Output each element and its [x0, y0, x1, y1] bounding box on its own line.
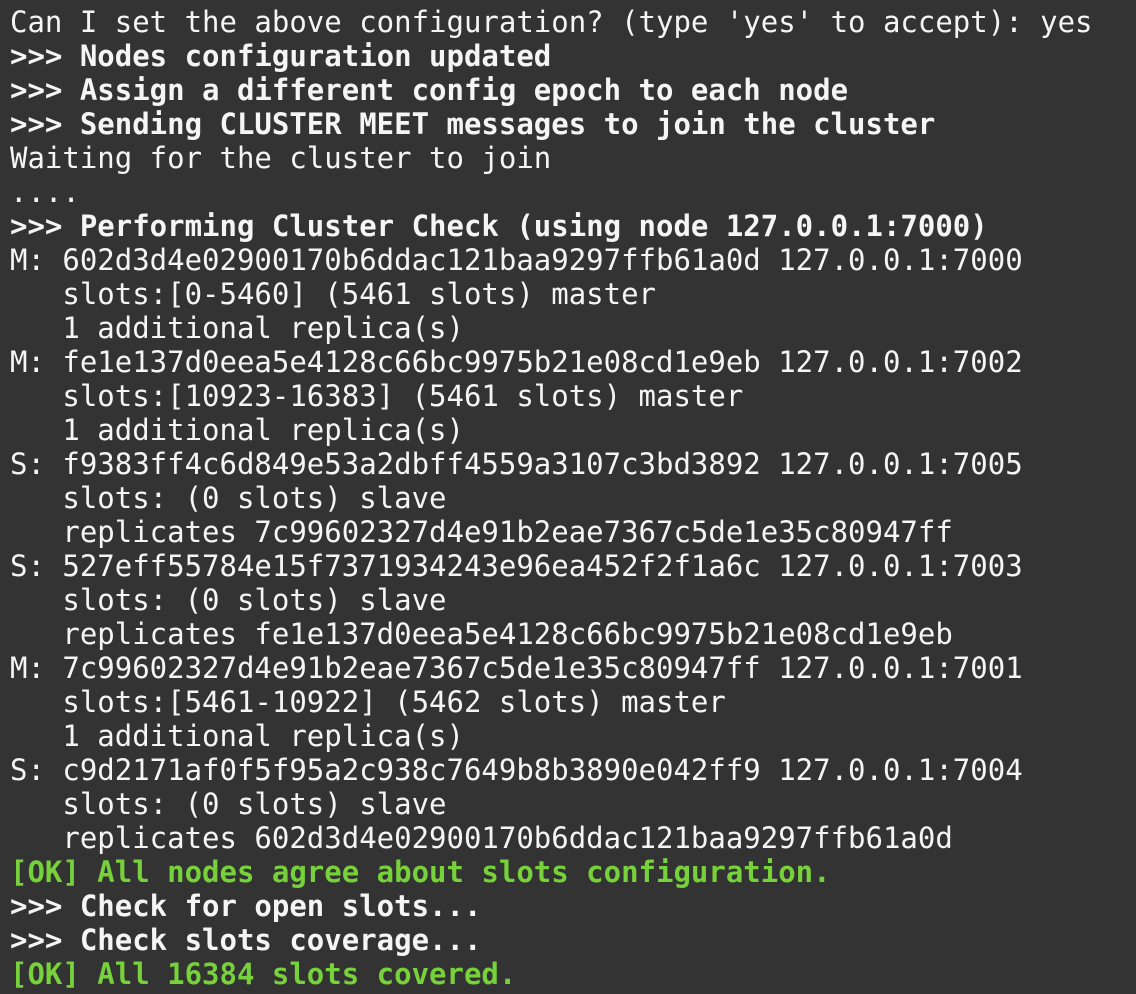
- terminal-line: replicates fe1e137d0eea5e4128c66bc9975b2…: [10, 617, 953, 651]
- terminal-line: [OK] All nodes agree about slots configu…: [10, 855, 831, 889]
- terminal-line: slots:[0-5460] (5461 slots) master: [10, 277, 657, 311]
- terminal-line: 1 additional replica(s): [10, 719, 464, 753]
- terminal-line: slots:[5461-10922] (5462 slots) master: [10, 685, 726, 719]
- terminal-line: slots: (0 slots) slave: [10, 583, 447, 617]
- terminal-output[interactable]: Can I set the above configuration? (type…: [0, 0, 1136, 994]
- terminal-line: >>> Performing Cluster Check (using node…: [10, 209, 988, 243]
- terminal-line: slots: (0 slots) slave: [10, 481, 447, 515]
- terminal-line: >>> Sending CLUSTER MEET messages to joi…: [10, 107, 936, 141]
- terminal-line: Can I set the above configuration? (type…: [10, 5, 1093, 39]
- terminal-line: >>> Nodes configuration updated: [10, 39, 552, 73]
- terminal-line: >>> Assign a different config epoch to e…: [10, 73, 849, 107]
- terminal-line: Waiting for the cluster to join: [10, 141, 552, 175]
- terminal-line: replicates 7c99602327d4e91b2eae7367c5de1…: [10, 515, 953, 549]
- terminal-line: S: f9383ff4c6d849e53a2dbff4559a3107c3bd3…: [10, 447, 1023, 481]
- terminal-line: >>> Check slots coverage...: [10, 923, 482, 957]
- terminal-line: M: fe1e137d0eea5e4128c66bc9975b21e08cd1e…: [10, 345, 1023, 379]
- terminal-line: >>> Check for open slots...: [10, 889, 482, 923]
- terminal-line: slots: (0 slots) slave: [10, 787, 447, 821]
- terminal-line: [OK] All 16384 slots covered.: [10, 957, 517, 991]
- terminal-line: S: c9d2171af0f5f95a2c938c7649b8b3890e042…: [10, 753, 1023, 787]
- terminal-line: 1 additional replica(s): [10, 311, 464, 345]
- terminal-line: ....: [10, 175, 80, 209]
- terminal-line: 1 additional replica(s): [10, 413, 464, 447]
- terminal-line: M: 7c99602327d4e91b2eae7367c5de1e35c8094…: [10, 651, 1023, 685]
- terminal-line: S: 527eff55784e15f7371934243e96ea452f2f1…: [10, 549, 1023, 583]
- terminal-line: replicates 602d3d4e02900170b6ddac121baa9…: [10, 821, 953, 855]
- terminal-line: M: 602d3d4e02900170b6ddac121baa9297ffb61…: [10, 243, 1023, 277]
- terminal-line: slots:[10923-16383] (5461 slots) master: [10, 379, 744, 413]
